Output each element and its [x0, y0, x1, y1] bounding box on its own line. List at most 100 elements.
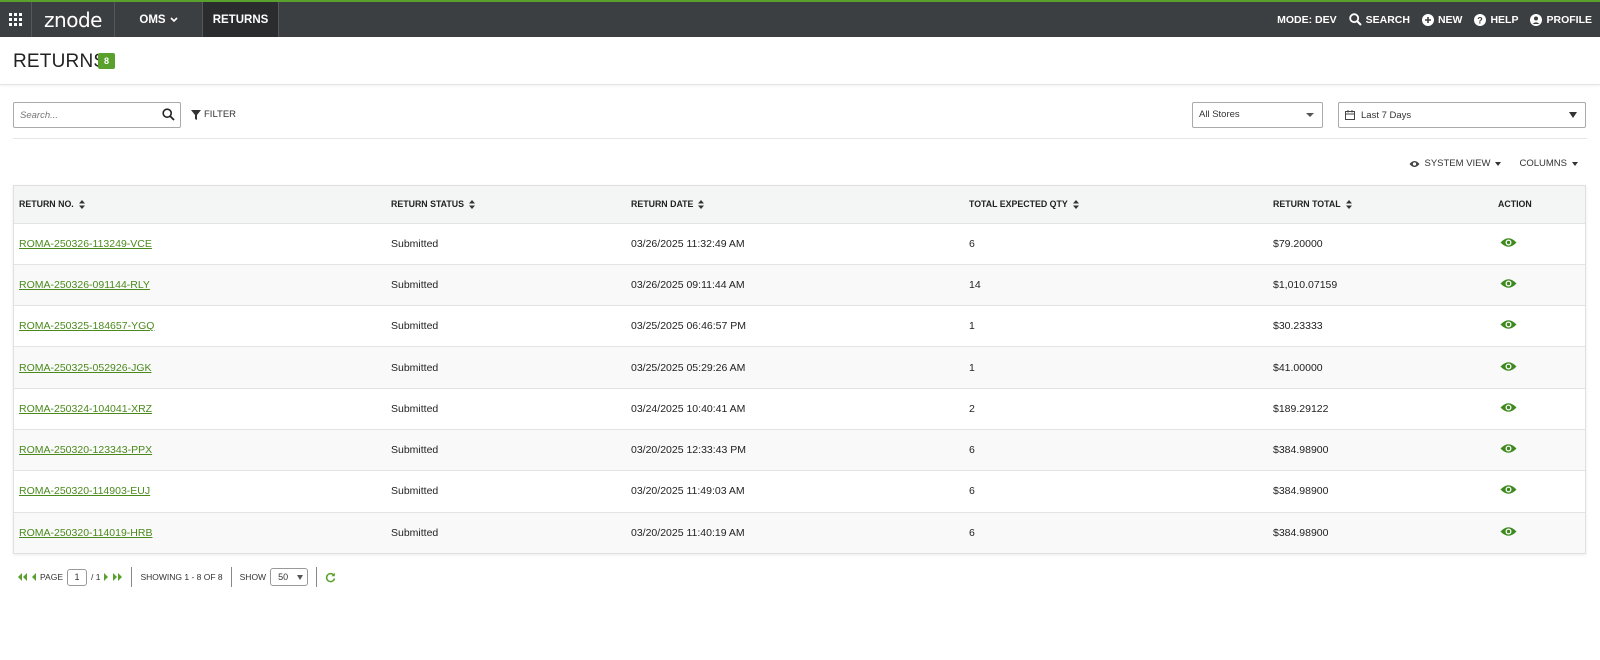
return-number-link[interactable]: ROMA-250326-113249-VCE — [19, 238, 152, 250]
return-date-cell: 03/26/2025 11:32:49 AM — [631, 237, 745, 250]
expected-qty-cell: 1 — [969, 361, 975, 374]
page-label: PAGE — [40, 572, 63, 582]
return-total-cell: $79.20000 — [1273, 237, 1323, 250]
pagination: PAGE 1 / 1 SHOWING 1 - 8 OF 8 SHOW 50 — [17, 567, 344, 587]
search-field — [13, 102, 181, 128]
return-number-link[interactable]: ROMA-250324-104041-XRZ — [19, 403, 152, 415]
mode-indicator: MODE: DEV — [1277, 14, 1337, 26]
return-status-cell: Submitted — [391, 526, 439, 539]
column-header-return-date[interactable]: RETURN DATE — [626, 186, 964, 223]
view-eye-icon[interactable] — [1500, 278, 1517, 289]
return-total-cell: $1,010.07159 — [1273, 278, 1338, 291]
last-page-icon[interactable] — [113, 573, 123, 581]
new-button[interactable]: NEW — [1421, 13, 1463, 26]
search-label: SEARCH — [1365, 13, 1410, 26]
refresh-group — [317, 567, 344, 587]
nav-oms-label: OMS — [139, 13, 166, 26]
refresh-icon[interactable] — [325, 572, 336, 583]
calendar-icon — [1345, 110, 1355, 120]
caret-down-icon — [297, 575, 304, 580]
help-button[interactable]: ? HELP — [1474, 13, 1518, 26]
return-status-cell: Submitted — [391, 444, 439, 457]
return-number-link[interactable]: ROMA-250325-184657-YGQ — [19, 320, 154, 332]
expected-qty-cell: 1 — [969, 320, 975, 333]
filter-icon — [191, 109, 201, 120]
caret-down-icon — [1495, 161, 1502, 166]
header-label: RETURN STATUS — [391, 199, 464, 210]
table-header-row: RETURN NO. RETURN STATUS RETURN DATE TOT… — [14, 186, 1585, 223]
view-eye-icon[interactable] — [1500, 526, 1517, 537]
return-total-cell: $384.98900 — [1273, 444, 1329, 457]
toolbar-divider — [13, 138, 1587, 139]
return-number-link[interactable]: ROMA-250325-052926-JGK — [19, 362, 152, 374]
sort-icon — [1345, 200, 1352, 210]
store-select[interactable]: All Stores — [1192, 102, 1323, 128]
return-number-link[interactable]: ROMA-250326-091144-RLY — [19, 279, 150, 291]
store-select-value: All Stores — [1199, 109, 1240, 120]
table-row: ROMA-250325-052926-JGK Submitted 03/25/2… — [14, 346, 1585, 389]
date-range-select[interactable]: Last 7 Days — [1338, 102, 1586, 128]
return-status-cell: Submitted — [391, 402, 439, 415]
profile-button[interactable]: PROFILE — [1530, 13, 1592, 26]
search-icon — [1348, 13, 1362, 26]
return-date-cell: 03/25/2025 06:46:57 PM — [631, 320, 747, 333]
page-title: RETURNS — [13, 51, 107, 72]
prev-page-icon[interactable] — [31, 573, 36, 581]
return-number-link[interactable]: ROMA-250320-123343-PPX — [19, 444, 152, 456]
view-eye-icon[interactable] — [1500, 484, 1517, 495]
search-icon[interactable] — [162, 108, 175, 121]
page-number-input[interactable]: 1 — [67, 568, 87, 586]
table-row: ROMA-250326-113249-VCE Submitted 03/26/2… — [14, 223, 1585, 264]
first-page-icon[interactable] — [17, 573, 27, 581]
view-eye-icon[interactable] — [1500, 443, 1517, 454]
page-header: RETURNS 8 — [0, 37, 1600, 85]
caret-down-icon — [1306, 113, 1314, 117]
showing-count-group: SHOWING 1 - 8 OF 8 — [132, 567, 232, 587]
column-header-return-status[interactable]: RETURN STATUS — [386, 186, 626, 223]
znode-logo[interactable]: znode — [32, 2, 115, 37]
return-date-cell: 03/20/2025 12:33:43 PM — [631, 444, 747, 457]
next-page-icon[interactable] — [104, 573, 109, 581]
return-status-cell: Submitted — [391, 278, 439, 291]
system-view-dropdown[interactable]: SYSTEM VIEW — [1409, 158, 1502, 169]
return-date-cell: 03/26/2025 09:11:44 AM — [631, 278, 745, 291]
table-row: ROMA-250320-114019-HRB Submitted 03/20/2… — [14, 512, 1585, 554]
columns-dropdown[interactable]: COLUMNS — [1519, 158, 1578, 169]
app-grid-icon[interactable] — [0, 2, 32, 37]
profile-label: PROFILE — [1546, 13, 1592, 26]
caret-down-icon — [1572, 161, 1578, 166]
column-header-total-expected-qty[interactable]: TOTAL EXPECTED QTY — [964, 186, 1268, 223]
column-header-return-total[interactable]: RETURN TOTAL — [1268, 186, 1493, 223]
header-label: RETURN NO. — [19, 199, 74, 210]
view-eye-icon[interactable] — [1500, 237, 1517, 248]
chevron-down-icon — [170, 16, 178, 22]
help-circle-icon: ? — [1474, 13, 1487, 26]
table-row: ROMA-250325-184657-YGQ Submitted 03/25/2… — [14, 305, 1585, 347]
sort-icon — [78, 200, 85, 210]
user-circle-icon — [1530, 13, 1543, 26]
return-number-link[interactable]: ROMA-250320-114903-EUJ — [19, 485, 150, 497]
filter-button[interactable]: FILTER — [191, 109, 236, 120]
return-total-cell: $384.98900 — [1273, 485, 1329, 498]
nav-returns-tab[interactable]: RETURNS — [203, 2, 279, 37]
column-header-return-no[interactable]: RETURN NO. — [14, 186, 386, 223]
view-eye-icon[interactable] — [1500, 361, 1517, 372]
sort-icon — [698, 200, 705, 210]
page-size-select[interactable]: 50 — [270, 568, 309, 586]
expected-qty-cell: 6 — [969, 485, 975, 498]
top-navigation-bar: znode OMS RETURNS MODE: DEV SEARCH NEW ?… — [0, 0, 1600, 37]
search-input[interactable] — [14, 103, 154, 127]
header-label: ACTION — [1498, 199, 1532, 210]
header-label: TOTAL EXPECTED QTY — [969, 199, 1068, 210]
page-size-value: 50 — [278, 572, 289, 582]
table-row: ROMA-250320-114903-EUJ Submitted 03/20/2… — [14, 470, 1585, 512]
count-badge: 8 — [98, 53, 116, 69]
return-number-link[interactable]: ROMA-250320-114019-HRB — [19, 527, 152, 539]
return-status-cell: Submitted — [391, 361, 439, 374]
view-eye-icon[interactable] — [1500, 319, 1517, 330]
new-label: NEW — [1437, 13, 1463, 26]
plus-circle-icon — [1421, 13, 1434, 26]
nav-oms-menu[interactable]: OMS — [115, 2, 203, 37]
search-button[interactable]: SEARCH — [1348, 13, 1410, 26]
view-eye-icon[interactable] — [1500, 402, 1517, 413]
